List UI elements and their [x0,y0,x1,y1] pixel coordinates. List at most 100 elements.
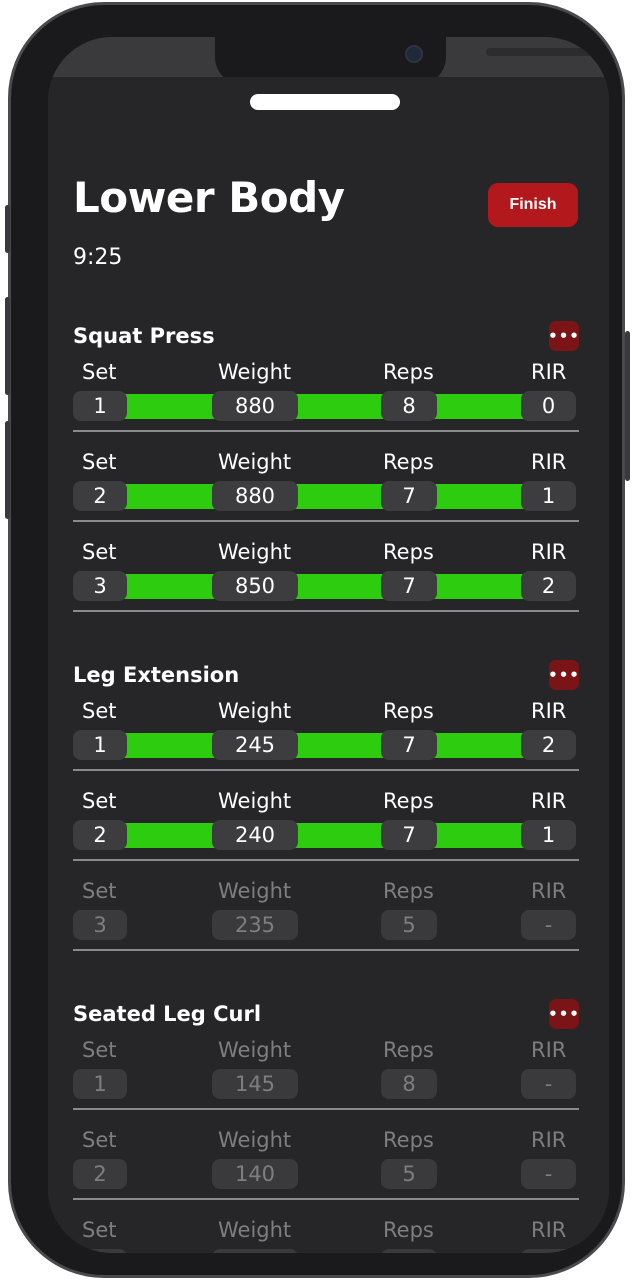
weight-label: Weight [218,1038,292,1062]
set-row[interactable]: Set Weight Reps RIR 1 145 8 - [73,1038,579,1128]
reps-value[interactable]: 7 [381,820,437,850]
more-dots-icon[interactable]: ••• [548,999,579,1029]
reps-label: Reps [383,879,434,903]
finish-button[interactable]: Finish [488,183,578,227]
volume-down-button [5,421,10,519]
set-values: 1 880 8 0 [73,391,576,421]
set-header: Set Weight Reps RIR [73,1038,579,1066]
rir-label: RIR [531,1128,567,1152]
divider [73,520,579,522]
set-values: 3 850 7 2 [73,571,576,601]
weight-value[interactable]: 130 [212,1249,298,1253]
set-number: 1 [73,391,127,421]
camera-icon [405,45,423,63]
weight-label: Weight [218,699,292,723]
rir-value[interactable]: 0 [521,391,576,421]
divider [73,859,579,861]
set-header: Set Weight Reps RIR [73,360,579,388]
completed-bar [113,484,533,509]
more-dots-icon[interactable]: ••• [548,660,579,690]
reps-label: Reps [383,360,434,384]
set-label: Set [82,360,117,384]
set-header: Set Weight Reps RIR [73,789,579,817]
set-header: Set Weight Reps RIR [73,699,579,727]
sheet-grabber-handle[interactable] [250,94,400,110]
weight-value[interactable]: 235 [212,910,298,940]
weight-value[interactable]: 140 [212,1159,298,1189]
weight-value[interactable]: 880 [212,391,298,421]
rir-label: RIR [531,540,567,564]
rir-label: RIR [531,450,567,474]
volume-up-button [5,297,10,395]
reps-label: Reps [383,1038,434,1062]
divider [73,610,579,612]
set-label: Set [82,789,117,813]
exercise-name: Squat Press [73,324,215,348]
set-values: 3 235 5 - [73,910,576,940]
set-values: 3 130 7 - [73,1249,576,1253]
exercise-name: Seated Leg Curl [73,1002,262,1026]
rir-value[interactable]: 2 [521,730,576,760]
weight-value[interactable]: 240 [212,820,298,850]
weight-value[interactable]: 880 [212,481,298,511]
speaker-grille [486,48,609,56]
reps-value[interactable]: 5 [381,1159,437,1189]
reps-label: Reps [383,540,434,564]
set-values: 2 140 5 - [73,1159,576,1189]
set-row[interactable]: Set Weight Reps RIR 3 850 7 2 [73,540,579,630]
rir-value[interactable]: 1 [521,820,576,850]
reps-value[interactable]: 8 [381,1069,437,1099]
set-number: 3 [73,1249,127,1253]
set-row[interactable]: Set Weight Reps RIR 3 235 5 - [73,879,579,969]
rir-label: RIR [531,879,567,903]
set-label: Set [82,540,117,564]
weight-value[interactable]: 145 [212,1069,298,1099]
set-label: Set [82,1038,117,1062]
completed-bar [113,394,533,419]
set-row[interactable]: Set Weight Reps RIR 2 140 5 - [73,1128,579,1218]
rir-value[interactable]: - [521,910,576,940]
weight-label: Weight [218,879,292,903]
more-dots-icon[interactable]: ••• [548,321,579,351]
set-label: Set [82,1128,117,1152]
set-number: 2 [73,1159,127,1189]
divider [73,1198,579,1200]
rir-value[interactable]: - [521,1159,576,1189]
exercise-name: Leg Extension [73,663,240,687]
rir-label: RIR [531,789,567,813]
reps-value[interactable]: 7 [381,481,437,511]
reps-value[interactable]: 5 [381,910,437,940]
reps-label: Reps [383,699,434,723]
completed-bar [113,733,533,758]
weight-label: Weight [218,360,292,384]
reps-value[interactable]: 7 [381,1249,437,1253]
weight-label: Weight [218,1128,292,1152]
set-label: Set [82,699,117,723]
weight-value[interactable]: 245 [212,730,298,760]
set-row[interactable]: Set Weight Reps RIR 2 880 7 1 [73,450,579,540]
set-number: 3 [73,571,127,601]
completed-bar [113,574,533,599]
reps-value[interactable]: 7 [381,571,437,601]
workout-timer: 9:25 [73,245,123,270]
rir-value[interactable]: 2 [521,571,576,601]
set-row[interactable]: Set Weight Reps RIR 2 240 7 1 [73,789,579,879]
rir-value[interactable]: - [521,1069,576,1099]
divider [73,769,579,771]
set-label: Set [82,450,117,474]
reps-value[interactable]: 8 [381,391,437,421]
set-row[interactable]: Set Weight Reps RIR 1 245 7 2 [73,699,579,789]
set-label: Set [82,879,117,903]
set-row[interactable]: Set Weight Reps RIR 1 880 8 0 [73,360,579,450]
weight-value[interactable]: 850 [212,571,298,601]
set-number: 3 [73,910,127,940]
divider [73,430,579,432]
reps-value[interactable]: 7 [381,730,437,760]
set-row[interactable]: Set Weight Reps RIR 3 130 7 - [73,1218,579,1253]
reps-label: Reps [383,789,434,813]
set-header: Set Weight Reps RIR [73,879,579,907]
set-header: Set Weight Reps RIR [73,450,579,478]
rir-value[interactable]: 1 [521,481,576,511]
rir-value[interactable]: - [521,1249,576,1253]
set-values: 1 145 8 - [73,1069,576,1099]
